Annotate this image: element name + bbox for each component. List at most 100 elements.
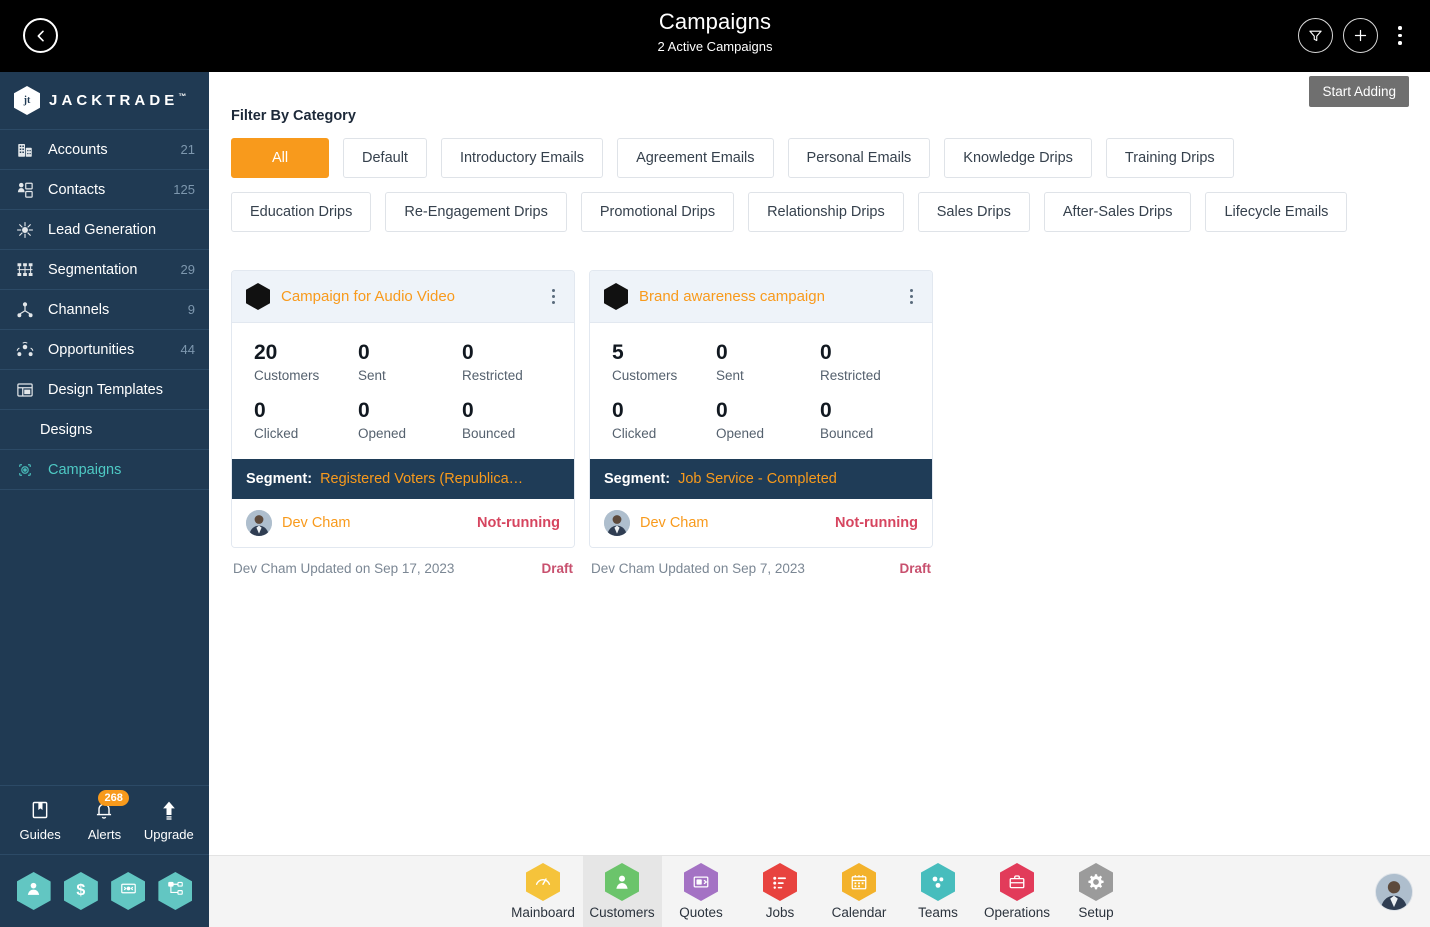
customers-icon bbox=[605, 863, 639, 901]
plus-icon bbox=[1354, 29, 1367, 42]
campaign-title[interactable]: Campaign for Audio Video bbox=[281, 288, 544, 305]
filter-chip-sales-drips[interactable]: Sales Drips bbox=[917, 192, 1030, 232]
bottom-nav-operations[interactable]: Operations bbox=[978, 856, 1057, 927]
bottom-nav-jobs[interactable]: Jobs bbox=[741, 856, 820, 927]
sidebar-item-label: Contacts bbox=[48, 181, 106, 198]
campaign-card-footer: Dev Cham Updated on Sep 17, 2023 Draft bbox=[231, 561, 575, 576]
filter-chip-lifecycle-emails[interactable]: Lifecycle Emails bbox=[1205, 192, 1348, 232]
stat-label: Clicked bbox=[254, 426, 299, 441]
brand-logo[interactable]: jt JACKTRADE™ bbox=[0, 72, 209, 130]
brand-name-text: JACKTRADE bbox=[49, 92, 179, 109]
campaign-segment-bar: Segment: Job Service - Completed bbox=[590, 459, 932, 499]
campaign-owner-name[interactable]: Dev Cham bbox=[282, 515, 477, 531]
sidebar-item-lead-generation[interactable]: Lead Generation bbox=[0, 210, 209, 250]
sidebar-item-count: 29 bbox=[180, 262, 195, 277]
opportunities-icon bbox=[14, 340, 36, 360]
bottom-nav-mainboard[interactable]: Mainboard bbox=[504, 856, 583, 927]
stat-cell: 0 Clicked bbox=[254, 399, 358, 441]
sidebar-tool-alerts[interactable]: 268 Alerts bbox=[74, 789, 134, 842]
filter-chip-relationship-drips[interactable]: Relationship Drips bbox=[748, 192, 904, 232]
kebab-dot bbox=[551, 301, 555, 304]
calendar-icon bbox=[842, 863, 876, 901]
campaign-card: Brand awareness campaign 5 Customers 0 Sent 0… bbox=[589, 270, 933, 576]
bottom-nav-calendar[interactable]: Calendar bbox=[820, 856, 899, 927]
campaign-card-footer: Dev Cham Updated on Sep 7, 2023 Draft bbox=[589, 561, 933, 576]
sidebar-item-channels[interactable]: Channels 9 bbox=[0, 290, 209, 330]
campaign-card-menu-button[interactable] bbox=[902, 282, 920, 312]
campaign-cards-list: Campaign for Audio Video 20 Customers 0 Sent… bbox=[231, 270, 1430, 576]
page-title: Campaigns bbox=[658, 9, 772, 34]
campaign-card-body[interactable]: Brand awareness campaign 5 Customers 0 Sent 0… bbox=[589, 270, 933, 548]
filter-chip-introductory-emails[interactable]: Introductory Emails bbox=[440, 138, 604, 178]
stat-label: Restricted bbox=[820, 368, 881, 383]
bottom-nav-label: Quotes bbox=[679, 905, 723, 920]
sidebar-item-label: Opportunities bbox=[48, 341, 135, 358]
sidebar-item-designs[interactable]: Designs bbox=[0, 410, 209, 450]
app-root: Campaigns 2 Active Campaigns jt JACKTRAD… bbox=[0, 0, 1430, 927]
sidebar-tool-guides[interactable]: Guides bbox=[10, 799, 70, 842]
stat-cell: 0 Clicked bbox=[612, 399, 716, 441]
sidebar-tool-label: Upgrade bbox=[143, 826, 194, 842]
campaigns-icon bbox=[14, 460, 36, 480]
campaign-run-status: Not-running bbox=[835, 515, 918, 531]
filter-chip-re-engagement-drips[interactable]: Re-Engagement Drips bbox=[385, 192, 567, 232]
sidebar-item-segmentation[interactable]: Segmentation 29 bbox=[0, 250, 209, 290]
quick-action-dollar[interactable]: $ bbox=[63, 872, 98, 910]
filter-chip-knowledge-drips[interactable]: Knowledge Drips bbox=[944, 138, 1092, 178]
stat-value: 0 bbox=[820, 341, 832, 364]
campaign-owner-name[interactable]: Dev Cham bbox=[640, 515, 835, 531]
sidebar-item-design-templates[interactable]: Design Templates bbox=[0, 370, 209, 410]
operations-icon bbox=[1000, 863, 1034, 901]
sidebar-item-label: Campaigns bbox=[48, 461, 122, 478]
bottom-nav-customers[interactable]: Customers bbox=[582, 855, 662, 927]
channels-icon bbox=[14, 300, 36, 320]
bottom-nav-setup[interactable]: Setup bbox=[1057, 856, 1136, 927]
brand-trademark: ™ bbox=[178, 92, 187, 101]
avatar-photo-icon bbox=[1376, 874, 1412, 910]
campaign-card-header: Campaign for Audio Video bbox=[232, 271, 574, 323]
filter-chip-personal-emails[interactable]: Personal Emails bbox=[787, 138, 931, 178]
stat-label: Opened bbox=[716, 426, 765, 441]
campaign-title[interactable]: Brand awareness campaign bbox=[639, 288, 902, 305]
campaign-run-status: Not-running bbox=[477, 515, 560, 531]
quick-action-person[interactable] bbox=[16, 872, 51, 910]
stat-cell: 20 Customers bbox=[254, 341, 358, 383]
quotes-icon bbox=[684, 863, 718, 901]
stat-label: Clicked bbox=[612, 426, 657, 441]
sidebar-item-opportunities[interactable]: Opportunities 44 bbox=[0, 330, 209, 370]
kebab-dot bbox=[909, 289, 913, 292]
dollar-icon: $ bbox=[76, 882, 86, 899]
filter-chip-education-drips[interactable]: Education Drips bbox=[231, 192, 372, 232]
bottom-nav-bar: Mainboard Customers Quotes Jobs Calendar Team… bbox=[209, 855, 1430, 927]
campaign-card-header: Brand awareness campaign bbox=[590, 271, 932, 323]
filter-button[interactable] bbox=[1298, 18, 1333, 53]
sidebar-tool-upgrade[interactable]: Upgrade bbox=[139, 799, 199, 842]
stat-label: Opened bbox=[358, 426, 407, 441]
quick-action-workflow[interactable] bbox=[158, 872, 193, 910]
sidebar-item-campaigns[interactable]: Campaigns bbox=[0, 450, 209, 490]
filter-chip-training-drips[interactable]: Training Drips bbox=[1105, 138, 1234, 178]
bottom-nav-teams[interactable]: Teams bbox=[899, 856, 978, 927]
filter-chip-after-sales-drips[interactable]: After-Sales Drips bbox=[1043, 192, 1192, 232]
add-button[interactable] bbox=[1343, 18, 1378, 53]
quick-action-payment[interactable] bbox=[111, 872, 146, 910]
brand-name: JACKTRADE™ bbox=[49, 92, 186, 109]
bottom-nav-label: Jobs bbox=[765, 905, 795, 920]
campaign-card-body[interactable]: Campaign for Audio Video 20 Customers 0 Sent… bbox=[231, 270, 575, 548]
sidebar-nav: Accounts 21 Contacts 125 Lead Generation Segm… bbox=[0, 130, 209, 490]
user-avatar[interactable] bbox=[1375, 873, 1413, 911]
sidebar-item-accounts[interactable]: Accounts 21 bbox=[0, 130, 209, 170]
sidebar-item-contacts[interactable]: Contacts 125 bbox=[0, 170, 209, 210]
kebab-dot bbox=[1398, 33, 1402, 38]
filter-chip-all[interactable]: All bbox=[231, 138, 329, 178]
segment-label: Segment: bbox=[246, 471, 313, 487]
brand-mark-letters: jt bbox=[23, 95, 31, 106]
bottom-nav-quotes[interactable]: Quotes bbox=[662, 856, 741, 927]
stat-label: Sent bbox=[358, 368, 386, 383]
stat-value: 0 bbox=[462, 341, 474, 364]
filter-chip-default[interactable]: Default bbox=[343, 138, 427, 178]
more-options-button[interactable] bbox=[1388, 18, 1412, 53]
filter-chip-promotional-drips[interactable]: Promotional Drips bbox=[580, 192, 735, 232]
campaign-card-menu-button[interactable] bbox=[544, 282, 562, 312]
filter-chip-agreement-emails[interactable]: Agreement Emails bbox=[617, 138, 774, 178]
